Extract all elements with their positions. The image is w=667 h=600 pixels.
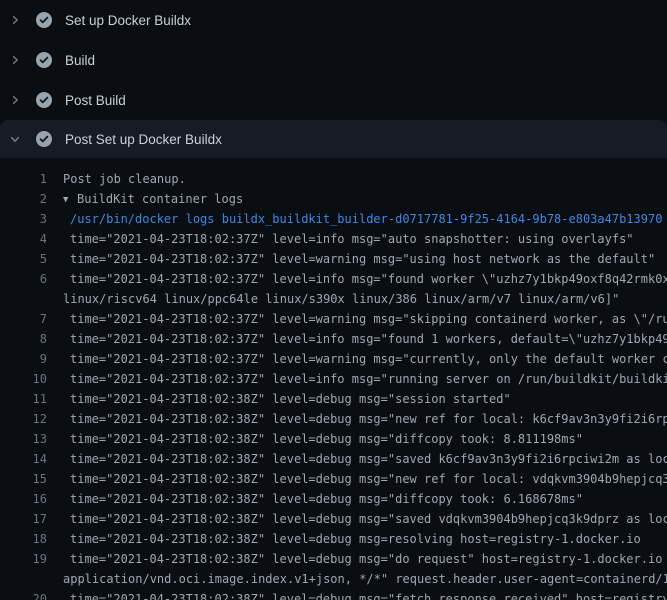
log-line: 1 Post job cleanup. — [0, 169, 667, 189]
check-circle-icon — [36, 52, 52, 68]
check-circle-icon — [36, 12, 52, 28]
log-line: 7 time="2021-04-23T18:02:37Z" level=warn… — [0, 309, 667, 329]
log-line-number[interactable]: 2 — [0, 189, 47, 209]
log-line-text: time="2021-04-23T18:02:38Z" level=debug … — [63, 549, 667, 569]
check-circle-icon — [36, 92, 52, 108]
log-line-text: time="2021-04-23T18:02:37Z" level=info m… — [63, 369, 667, 389]
log-line-number[interactable]: 17 — [0, 509, 47, 529]
log-line-number[interactable]: 8 — [0, 329, 47, 349]
log-line-number[interactable]: 13 — [0, 429, 47, 449]
step-label: Post Set up Docker Buildx — [65, 132, 222, 147]
log-line: 12 time="2021-04-23T18:02:38Z" level=deb… — [0, 409, 667, 429]
log-line-number[interactable]: 15 — [0, 469, 47, 489]
log-line-number[interactable]: 16 — [0, 489, 47, 509]
log-line-text: application/vnd.oci.image.index.v1+json,… — [63, 569, 667, 589]
step-label: Post Build — [65, 93, 126, 108]
log-line: 4 time="2021-04-23T18:02:37Z" level=info… — [0, 229, 667, 249]
log-line-text: time="2021-04-23T18:02:38Z" level=debug … — [63, 429, 667, 449]
log-line-wrap: linux/riscv64 linux/ppc64le linux/s390x … — [0, 289, 667, 309]
log-line: 6 time="2021-04-23T18:02:37Z" level=info… — [0, 269, 667, 289]
log-line-text: linux/riscv64 linux/ppc64le linux/s390x … — [63, 289, 667, 309]
log-line-text: time="2021-04-23T18:02:38Z" level=debug … — [63, 409, 667, 429]
log-line-number[interactable]: 7 — [0, 309, 47, 329]
log-line-text: time="2021-04-23T18:02:37Z" level=warnin… — [63, 309, 667, 329]
log-line: 8 time="2021-04-23T18:02:37Z" level=info… — [0, 329, 667, 349]
log-line-number[interactable]: 3 — [0, 209, 47, 229]
log-line-text: time="2021-04-23T18:02:38Z" level=debug … — [63, 469, 667, 489]
log-line-text: time="2021-04-23T18:02:38Z" level=debug … — [63, 589, 667, 600]
log-line-text: time="2021-04-23T18:02:37Z" level=warnin… — [63, 249, 667, 269]
log-line: 18 time="2021-04-23T18:02:38Z" level=deb… — [0, 529, 667, 549]
log-line: 16 time="2021-04-23T18:02:38Z" level=deb… — [0, 489, 667, 509]
log-line-text: /usr/bin/docker logs buildx_buildkit_bui… — [63, 209, 667, 229]
log-line-number[interactable] — [0, 569, 47, 589]
step-label: Set up Docker Buildx — [65, 13, 191, 28]
log-line-text: time="2021-04-23T18:02:37Z" level=info m… — [63, 269, 667, 289]
step-label: Build — [65, 53, 95, 68]
step-row-set-up-docker-buildx[interactable]: Set up Docker Buildx — [0, 0, 667, 40]
log-line-number[interactable]: 5 — [0, 249, 47, 269]
log-line-number[interactable]: 10 — [0, 369, 47, 389]
log-line-wrap: application/vnd.oci.image.index.v1+json,… — [0, 569, 667, 589]
log-line-number[interactable]: 19 — [0, 549, 47, 569]
log-line-text: time="2021-04-23T18:02:37Z" level=info m… — [63, 229, 667, 249]
log-line: 20 time="2021-04-23T18:02:38Z" level=deb… — [0, 589, 667, 600]
log-line-text: time="2021-04-23T18:02:37Z" level=info m… — [63, 329, 667, 349]
log-line-number[interactable]: 12 — [0, 409, 47, 429]
log-line: 3 /usr/bin/docker logs buildx_buildkit_b… — [0, 209, 667, 229]
log-line-text: time="2021-04-23T18:02:38Z" level=debug … — [63, 389, 667, 409]
log-line: 11 time="2021-04-23T18:02:38Z" level=deb… — [0, 389, 667, 409]
log-line: 13 time="2021-04-23T18:02:38Z" level=deb… — [0, 429, 667, 449]
log-viewer: 1 Post job cleanup. 2 ▼BuildKit containe… — [0, 158, 667, 600]
log-line: 10 time="2021-04-23T18:02:37Z" level=inf… — [0, 369, 667, 389]
log-line-number[interactable]: 18 — [0, 529, 47, 549]
log-line-number[interactable]: 11 — [0, 389, 47, 409]
chevron-right-icon — [7, 14, 23, 26]
log-line-text: time="2021-04-23T18:02:38Z" level=debug … — [63, 449, 667, 469]
log-line-text[interactable]: ▼BuildKit container logs — [63, 189, 667, 209]
group-expander-icon[interactable]: ▼ — [63, 190, 77, 209]
log-line-number[interactable]: 4 — [0, 229, 47, 249]
log-line: 19 time="2021-04-23T18:02:38Z" level=deb… — [0, 549, 667, 569]
chevron-right-icon — [7, 94, 23, 106]
workflow-log-panel: Set up Docker Buildx Build Post Build Po… — [0, 0, 667, 600]
log-line: 14 time="2021-04-23T18:02:38Z" level=deb… — [0, 449, 667, 469]
log-line: 5 time="2021-04-23T18:02:37Z" level=warn… — [0, 249, 667, 269]
check-circle-icon — [36, 131, 52, 147]
log-line-number[interactable]: 6 — [0, 269, 47, 289]
step-row-post-set-up-docker-buildx[interactable]: Post Set up Docker Buildx — [0, 120, 667, 158]
log-line-number[interactable]: 1 — [0, 169, 47, 189]
log-line-number[interactable]: 14 — [0, 449, 47, 469]
log-line: 15 time="2021-04-23T18:02:38Z" level=deb… — [0, 469, 667, 489]
log-line: 17 time="2021-04-23T18:02:38Z" level=deb… — [0, 509, 667, 529]
log-line-number[interactable] — [0, 289, 47, 309]
log-line-number[interactable]: 20 — [0, 589, 47, 600]
log-line: 2 ▼BuildKit container logs — [0, 189, 667, 209]
step-row-build[interactable]: Build — [0, 40, 667, 80]
log-line-number[interactable]: 9 — [0, 349, 47, 369]
log-line-text: time="2021-04-23T18:02:37Z" level=warnin… — [63, 349, 667, 369]
log-line-text: time="2021-04-23T18:02:38Z" level=debug … — [63, 489, 667, 509]
log-line: 9 time="2021-04-23T18:02:37Z" level=warn… — [0, 349, 667, 369]
chevron-down-icon — [7, 133, 23, 145]
step-row-post-build[interactable]: Post Build — [0, 80, 667, 120]
log-line-text: time="2021-04-23T18:02:38Z" level=debug … — [63, 509, 667, 529]
chevron-right-icon — [7, 54, 23, 66]
log-line-text: Post job cleanup. — [63, 169, 667, 189]
log-line-text: time="2021-04-23T18:02:38Z" level=debug … — [63, 529, 667, 549]
